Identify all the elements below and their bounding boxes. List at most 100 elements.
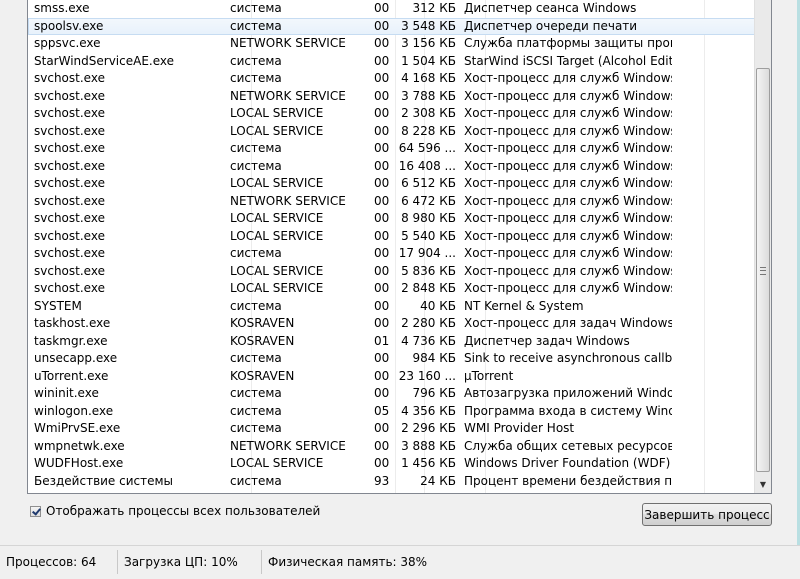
process-cpu: 00 (374, 88, 390, 103)
process-row[interactable]: WUDFHost.exe LOCAL SERVICE 00 1 456 КБ Windo… (28, 455, 755, 473)
process-cpu: 00 (374, 123, 390, 138)
process-name: taskmgr.exe (34, 333, 108, 348)
process-row[interactable]: svchost.exe NETWORK SERVICE 00 6 472 КБ Хост… (28, 193, 755, 211)
process-user: система (230, 158, 282, 173)
process-cpu: 00 (374, 228, 390, 243)
process-memory: 24 КБ (420, 473, 456, 488)
process-user: LOCAL SERVICE (230, 123, 324, 138)
process-description: Автозагрузка приложений Windows (464, 386, 672, 400)
vertical-scrollbar[interactable]: ▼ (754, 0, 771, 493)
process-cpu: 00 (374, 53, 390, 68)
process-memory: 6 512 КБ (401, 176, 456, 190)
process-name: SYSTEM (34, 298, 82, 313)
process-user: NETWORK SERVICE (230, 193, 346, 208)
process-memory: 5 540 КБ (401, 228, 456, 243)
process-user: LOCAL SERVICE (230, 281, 324, 295)
process-memory: 1 456 КБ (401, 456, 456, 470)
process-row[interactable]: taskhost.exe KOSRAVEN 00 2 280 КБ Хост-проце… (28, 315, 755, 333)
process-row[interactable]: svchost.exe LOCAL SERVICE 00 2 848 КБ Хост-п… (28, 280, 755, 298)
process-memory: 6 472 КБ (401, 193, 456, 208)
process-cpu: 00 (374, 36, 390, 50)
process-row[interactable]: wininit.exe система 00 796 КБ Автозагрузка п… (28, 385, 755, 403)
process-row[interactable]: svchost.exe система 00 16 408 ... Хост-проце… (28, 158, 755, 176)
process-row[interactable]: svchost.exe LOCAL SERVICE 00 2 308 КБ Хост-п… (28, 105, 755, 123)
process-name: svchost.exe (34, 71, 105, 85)
process-name: StarWindServiceAE.exe (34, 53, 175, 68)
process-row[interactable]: svchost.exe система 00 64 596 ... Хост-проце… (28, 140, 755, 158)
process-name: uTorrent.exe (34, 368, 109, 383)
process-row[interactable]: taskmgr.exe KOSRAVEN 01 4 736 КБ Диспетчер з… (28, 333, 755, 351)
process-description: Хост-процесс для служб Windows (464, 228, 672, 243)
process-name: WUDFHost.exe (34, 456, 124, 470)
process-row[interactable]: svchost.exe LOCAL SERVICE 00 6 512 КБ Хост-п… (28, 175, 755, 193)
process-row[interactable]: unsecapp.exe система 00 984 КБ Sink to recei… (28, 350, 755, 368)
process-memory: 4 168 КБ (401, 71, 456, 85)
process-row[interactable]: WmiPrvSE.exe система 00 2 296 КБ WMI Provide… (28, 420, 755, 438)
scrollbar-thumb[interactable] (756, 68, 770, 472)
process-user: система (230, 403, 282, 418)
show-all-users-label: Отображать процессы всех пользователей (46, 504, 321, 518)
process-memory: 23 160 ... (398, 368, 456, 383)
process-memory: 3 788 КБ (401, 88, 456, 103)
process-cpu: 00 (374, 421, 390, 435)
process-memory: 4 356 КБ (401, 403, 456, 418)
process-description: StarWind iSCSI Target (Alcohol Edition) (464, 53, 672, 68)
process-memory: 796 КБ (412, 386, 456, 400)
process-memory: 2 280 КБ (401, 316, 456, 330)
process-user: система (230, 18, 282, 33)
process-memory: 5 836 КБ (401, 263, 456, 278)
process-name: svchost.exe (34, 246, 105, 260)
process-row[interactable]: uTorrent.exe KOSRAVEN 00 23 160 ... µTorrent (28, 368, 755, 386)
process-description: Sink to receive asynchronous callbacks..… (464, 351, 672, 365)
process-cpu: 00 (374, 246, 390, 260)
process-cpu: 00 (374, 158, 390, 173)
process-row[interactable]: svchost.exe LOCAL SERVICE 00 8 980 КБ Хост-п… (28, 210, 755, 228)
process-user: система (230, 246, 282, 260)
scroll-down-arrow-icon[interactable]: ▼ (755, 476, 771, 493)
process-name: svchost.exe (34, 263, 105, 278)
process-memory: 40 КБ (420, 298, 456, 313)
process-name: WmiPrvSE.exe (34, 421, 121, 435)
process-row[interactable]: svchost.exe LOCAL SERVICE 00 5 540 КБ Хост-п… (28, 228, 755, 246)
process-list[interactable]: smss.exe система 00 312 КБ Диспетчер сеанса … (27, 0, 772, 494)
process-cpu: 00 (374, 438, 390, 453)
process-description: Процент времени бездействия проце... (464, 473, 672, 488)
process-user: NETWORK SERVICE (230, 438, 346, 453)
process-row[interactable]: smss.exe система 00 312 КБ Диспетчер сеанса … (28, 0, 755, 18)
process-cpu: 00 (374, 281, 390, 295)
process-row[interactable]: SYSTEM система 00 40 КБ NT Kernel & System (28, 298, 755, 316)
process-row[interactable]: svchost.exe LOCAL SERVICE 00 5 836 КБ Хост-п… (28, 263, 755, 281)
show-all-users-checkbox[interactable] (30, 505, 41, 517)
process-cpu: 00 (374, 1, 390, 15)
process-memory: 1 504 КБ (401, 53, 456, 68)
process-description: Хост-процесс для служб Windows (464, 193, 672, 208)
process-description: Хост-процесс для служб Windows (464, 176, 672, 190)
process-row[interactable]: Бездействие системы система 93 24 КБ Процент… (28, 473, 755, 491)
process-memory: 3 156 КБ (401, 36, 456, 50)
process-row[interactable]: spoolsv.exe система 00 3 548 КБ Диспетчер оч… (28, 17, 755, 35)
status-cpu-usage: Загрузка ЦП: 10% (118, 550, 262, 574)
process-cpu: 00 (374, 298, 390, 313)
process-cpu: 93 (374, 473, 390, 488)
process-name: sppsvc.exe (34, 36, 101, 50)
process-cpu: 00 (374, 316, 390, 330)
process-row[interactable]: winlogon.exe система 05 4 356 КБ Программа в… (28, 403, 755, 421)
process-description: Хост-процесс для служб Windows (464, 246, 672, 260)
process-cpu: 00 (374, 106, 390, 120)
process-cpu: 00 (374, 368, 390, 383)
process-row[interactable]: wmpnetwk.exe NETWORK SERVICE 00 3 888 КБ Слу… (28, 438, 755, 456)
process-row[interactable]: svchost.exe система 00 17 904 ... Хост-проце… (28, 245, 755, 263)
process-row[interactable]: svchost.exe NETWORK SERVICE 00 3 788 КБ Хост… (28, 88, 755, 106)
process-description: NT Kernel & System (464, 298, 584, 313)
process-row[interactable]: StarWindServiceAE.exe система 00 1 504 КБ St… (28, 53, 755, 71)
end-process-button[interactable]: Завершить процесс (642, 503, 772, 526)
process-memory: 3 548 КБ (401, 18, 456, 33)
process-row[interactable]: svchost.exe LOCAL SERVICE 00 8 228 КБ Хост-п… (28, 123, 755, 141)
process-user: система (230, 53, 282, 68)
show-all-users-option[interactable]: Отображать процессы всех пользователей (30, 503, 320, 519)
process-cpu: 00 (374, 193, 390, 208)
process-description: µTorrent (464, 368, 514, 383)
process-row[interactable]: svchost.exe система 00 4 168 КБ Хост-процесс… (28, 70, 755, 88)
process-row[interactable]: sppsvc.exe NETWORK SERVICE 00 3 156 КБ Служб… (28, 35, 755, 53)
process-user: LOCAL SERVICE (230, 211, 324, 225)
